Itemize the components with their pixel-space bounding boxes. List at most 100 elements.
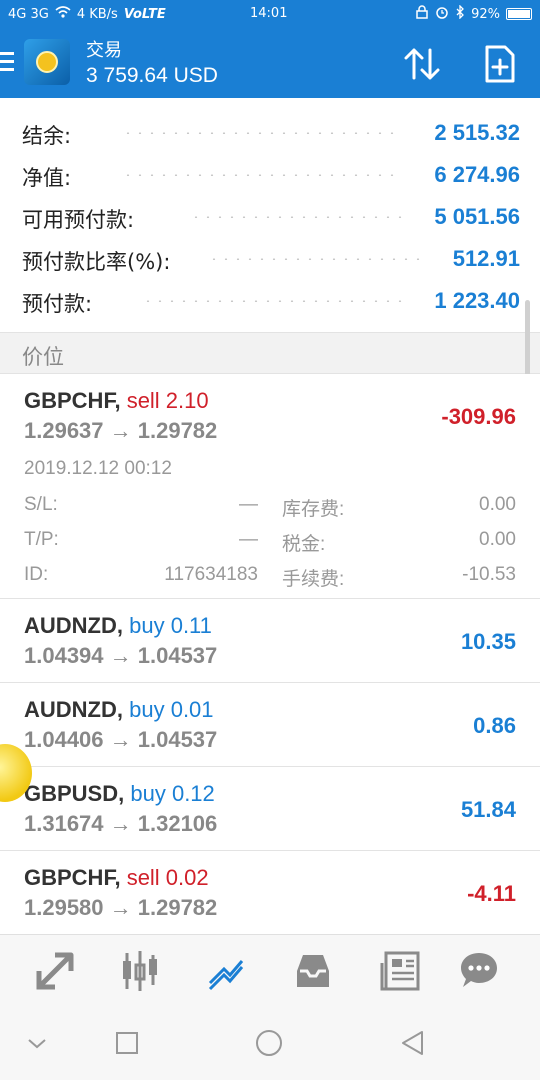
back-button[interactable] [398,1028,428,1058]
section-title: 价位 [22,345,64,369]
position-direction: sell 0.02 [126,865,209,890]
nav-quotes[interactable] [33,949,77,993]
position-profit: 10.35 [460,629,516,654]
position-open-time: 2019.12.12 00:12 [24,458,172,479]
position-direction: buy 0.11 [129,613,212,638]
sort-arrows-icon [404,48,440,80]
square-icon [116,1032,138,1054]
nav-news[interactable] [378,949,422,993]
tp-label: T/P: [24,529,59,550]
position-symbol-line: GBPCHF, sell 0.02 [24,865,209,891]
position-item[interactable]: GBPUSD, buy 0.12 1.31674 → 1.32106 51.84 [0,767,540,851]
summary-row-free-margin: 可用预付款: 5 051.56 [22,196,520,238]
summary-value: 5 051.56 [434,204,520,229]
summary-label: 结余: [22,124,72,148]
fee-label: 手续费: [282,569,345,590]
news-icon [380,951,420,991]
tp-value: — [239,529,258,550]
id-label: ID: [24,564,49,585]
position-item[interactable]: GBPCHF, sell 0.02 1.29580 → 1.29782 -4.1… [0,851,540,935]
swap-value: 0.00 [479,494,516,515]
status-bar-right: 92% [415,4,532,23]
position-item[interactable]: AUDNZD, buy 0.01 1.04406 → 1.04537 0.86 [0,683,540,767]
tax-label: 税金: [282,534,326,555]
position-prices: 1.29637 → 1.29782 [24,418,218,443]
status-bar-left: 4G 3G 4 KB/s VoLTE [8,6,166,22]
dotted-leader [208,258,422,260]
position-prices: 1.29580 → 1.29782 [24,895,218,920]
nav-chart[interactable] [118,949,162,993]
position-direction: buy 0.01 [129,697,214,722]
position-item[interactable]: AUDNZD, buy 0.11 1.04394 → 1.04537 10.35 [0,599,540,683]
app-logo [24,39,70,85]
nav-messages[interactable] [457,949,501,993]
dotted-leader [142,300,402,302]
inbox-icon [297,955,329,987]
trend-chart-icon [208,960,244,991]
position-symbol: AUDNZD, [24,697,123,722]
alarm-icon [435,5,449,23]
position-direction: sell 2.10 [126,388,209,413]
summary-row-margin-level: 预付款比率(%): 512.91 [22,238,520,280]
signal-indicator: 4G 3G [8,6,49,22]
position-symbol-line: GBPCHF, sell 2.10 [24,388,209,414]
hide-nav-button[interactable] [22,1028,52,1058]
summary-label: 预付款: [22,292,93,316]
candlestick-chart-icon [123,951,157,991]
triangle-back-icon [402,1031,423,1055]
position-symbol: GBPCHF, [24,865,121,890]
swap-label: 库存费: [282,499,345,520]
recents-button[interactable] [112,1028,142,1058]
volte-indicator: VoLTE [123,6,166,22]
balance-header: 3 759.64 USD [86,64,218,87]
summary-value: 2 515.32 [434,120,520,145]
dotted-leader [122,174,402,176]
chevron-down-icon [28,1039,46,1049]
tax-value: 0.00 [479,529,516,550]
lock-icon [415,5,429,23]
nav-trade[interactable] [204,949,248,993]
position-profit: -309.96 [441,404,516,429]
nav-history[interactable] [291,949,335,993]
battery-icon [506,8,532,20]
position-direction: buy 0.12 [130,781,215,806]
position-prices: 1.31674 → 1.32106 [24,811,218,836]
position-item[interactable]: GBPCHF, sell 2.10 1.29637 → 1.29782 -309… [0,374,540,599]
home-button[interactable] [254,1028,284,1058]
page-title: 交易 [86,40,122,60]
account-summary: 结余: 2 515.32 净值: 6 274.96 可用预付款: 5 051.5… [0,98,540,332]
sl-label: S/L: [24,494,58,515]
position-symbol: GBPUSD, [24,781,125,806]
summary-row-margin: 预付款: 1 223.40 [22,280,520,322]
position-prices: 1.04394 → 1.04537 [24,643,218,668]
summary-label: 预付款比率(%): [22,250,171,274]
position-symbol-line: AUDNZD, buy 0.11 [24,613,212,639]
summary-value: 1 223.40 [434,288,520,313]
sl-value: — [239,494,258,515]
position-symbol: AUDNZD, [24,613,123,638]
trade-arrows-icon [36,952,74,990]
position-profit: 51.84 [460,797,516,822]
summary-row-balance: 结余: 2 515.32 [22,112,520,154]
new-order-button[interactable] [482,44,518,84]
sort-button[interactable] [402,44,442,84]
summary-label: 可用预付款: [22,208,135,232]
position-symbol-line: AUDNZD, buy 0.01 [24,697,214,723]
position-prices: 1.04406 → 1.04537 [24,727,218,752]
summary-row-equity: 净值: 6 274.96 [22,154,520,196]
add-document-icon [485,45,515,83]
summary-label: 净值: [22,166,72,190]
wifi-icon [55,6,71,22]
id-value: 117634183 [164,564,258,585]
position-profit: -4.11 [467,881,516,906]
clock: 14:01 [250,6,288,21]
fee-value: -10.53 [462,564,516,585]
circle-icon [256,1030,282,1056]
summary-value: 512.91 [452,246,520,271]
network-speed: 4 KB/s [76,6,118,22]
positions-section-header: 价位 [0,332,540,374]
position-symbol: GBPCHF, [24,388,121,413]
menu-icon[interactable] [0,52,14,72]
bluetooth-icon [455,4,465,23]
dotted-leader [190,216,402,218]
